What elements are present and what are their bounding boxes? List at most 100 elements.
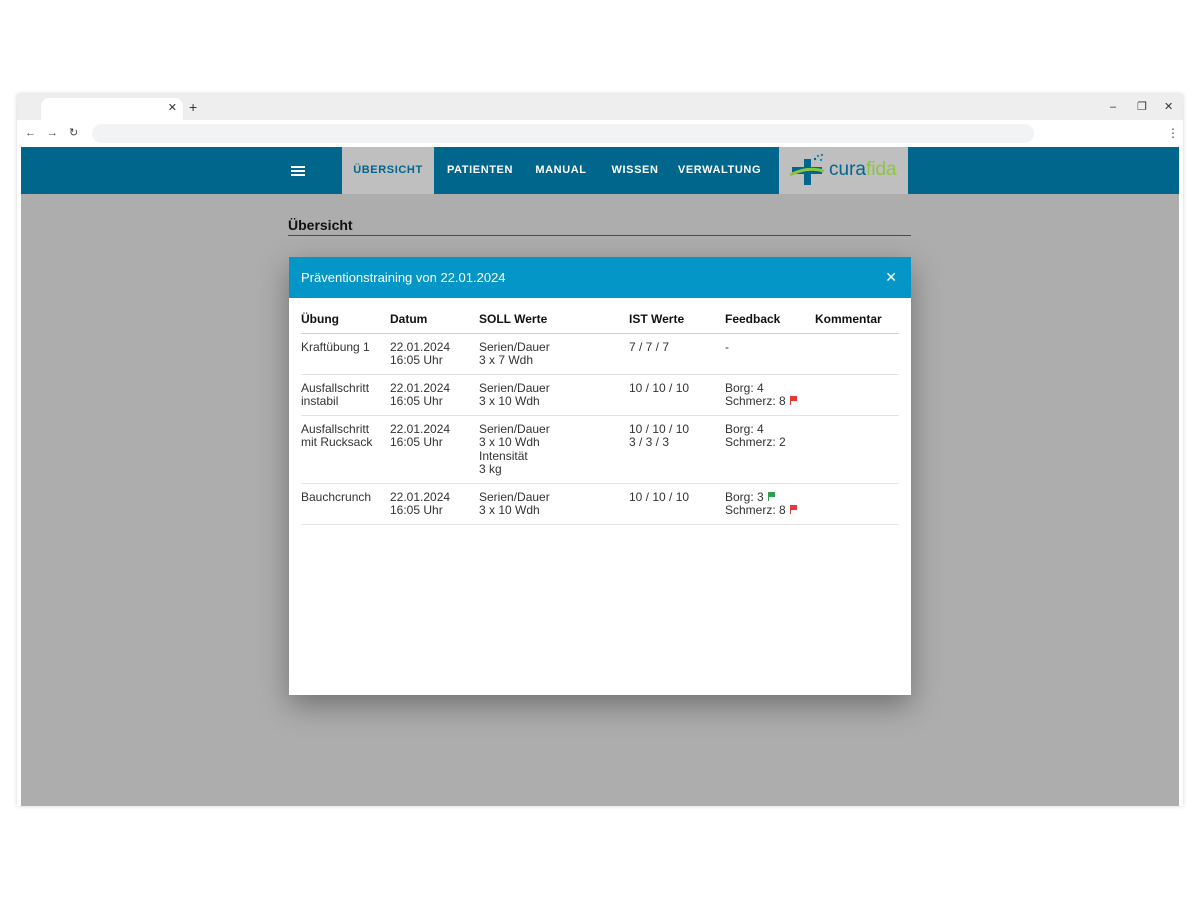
new-tab-icon[interactable]: + — [189, 98, 197, 116]
curafida-logo[interactable]: curafida — [779, 147, 908, 194]
table-row: Kraftübung 1 22.01.2024 16:05 Uhr Serien/Da… — [301, 333, 899, 375]
cell-ist-line: 10 / 10 / 10 — [629, 380, 690, 395]
cell-uebung-line: Bauchcrunch — [301, 489, 372, 504]
logo-wordmark: curafida — [829, 159, 897, 180]
reload-icon[interactable]: ↻ — [69, 125, 78, 141]
cell-soll-line: 3 kg — [479, 462, 502, 476]
column-header-soll: SOLL Werte — [479, 306, 629, 334]
hamburger-menu-icon[interactable] — [281, 147, 341, 194]
cell-datum-line: 22.01.2024 — [390, 380, 451, 395]
column-header-kommentar: Kommentar — [815, 306, 899, 334]
title-divider — [288, 235, 911, 236]
page-title: Übersicht — [288, 217, 353, 233]
nav-patienten[interactable]: PATIENTEN — [442, 147, 518, 194]
cell-soll-line: 3 x 10 Wdh — [479, 435, 540, 449]
forward-icon[interactable]: → — [47, 125, 58, 141]
cell-datum-line: 16:05 Uhr — [390, 353, 443, 367]
cell-ist-line: 7 / 7 / 7 — [629, 339, 670, 354]
browser-tab[interactable]: ✕ — [41, 98, 183, 120]
feedback-text: - — [725, 339, 729, 354]
cell-feedback: Borg: 4 Schmerz: 2 — [725, 415, 815, 484]
cell-datum-line: 16:05 Uhr — [390, 435, 443, 449]
page-viewport: ÜBERSICHT PATIENTEN MANUAL WISSEN VERWAL… — [21, 147, 1179, 806]
feedback-line: Borg: 4 — [725, 421, 815, 437]
feedback-text: Schmerz: 8 — [725, 394, 786, 408]
cell-soll-line: Serien/Dauer — [479, 489, 550, 504]
nav-verwaltung[interactable]: VERWALTUNG — [677, 147, 762, 194]
browser-toolbar: ← → ↻ ⋮ — [17, 120, 1183, 147]
cell-kommentar — [815, 333, 899, 375]
cell-soll-line: Serien/Dauer — [479, 421, 550, 436]
cell-soll: Serien/Dauer 3 x 10 Wdh — [479, 483, 629, 525]
table-row: Bauchcrunch 22.01.2024 16:05 Uhr Serien/Dau… — [301, 483, 899, 525]
column-header-datum: Datum — [390, 306, 479, 334]
tab-strip: ✕ + – ❐ ✕ — [17, 94, 1183, 120]
feedback-text: Borg: 4 — [725, 380, 764, 395]
nav-manual[interactable]: MANUAL — [533, 147, 589, 194]
cell-soll-line: Serien/Dauer — [479, 380, 550, 395]
feedback-text: Borg: 4 — [725, 421, 764, 436]
cell-datum-line: 22.01.2024 — [390, 421, 451, 436]
cell-kommentar — [815, 415, 899, 484]
feedback-line: Schmerz: 8 — [725, 394, 815, 409]
app-bar: ÜBERSICHT PATIENTEN MANUAL WISSEN VERWAL… — [21, 147, 1179, 194]
nav-uebersicht[interactable]: ÜBERSICHT — [342, 147, 434, 194]
cell-uebung-line: mit Rucksack — [301, 435, 373, 449]
cell-datum-line: 16:05 Uhr — [390, 503, 443, 517]
feedback-text: Borg: 3 — [725, 489, 764, 504]
window-close-icon[interactable]: ✕ — [1164, 99, 1173, 115]
back-icon[interactable]: ← — [25, 125, 36, 141]
cell-kommentar — [815, 483, 899, 525]
table-row: Ausfallschritt instabil 22.01.2024 16:05 Uh… — [301, 374, 899, 416]
feedback-line: Schmerz: 2 — [725, 435, 815, 450]
address-bar[interactable] — [92, 124, 1034, 143]
green-flag-icon — [767, 491, 776, 501]
browser-menu-icon[interactable]: ⋮ — [1167, 124, 1179, 142]
cell-ist: 10 / 10 / 10 — [629, 483, 725, 525]
cell-soll-line: 3 x 10 Wdh — [479, 394, 540, 408]
cell-soll: Serien/Dauer 3 x 7 Wdh — [479, 333, 629, 375]
cell-soll-line: Serien/Dauer — [479, 339, 550, 354]
cell-datum: 22.01.2024 16:05 Uhr — [390, 333, 479, 375]
cell-datum: 22.01.2024 16:05 Uhr — [390, 483, 479, 525]
results-table: Übung Datum SOLL Werte IST Werte Feedbac… — [301, 306, 899, 525]
feedback-line: - — [725, 339, 815, 355]
feedback-text: Schmerz: 8 — [725, 503, 786, 517]
cell-soll: Serien/Dauer 3 x 10 Wdh — [479, 374, 629, 416]
cell-feedback: Borg: 3 Schmerz: 8 — [725, 483, 815, 525]
cell-ist: 10 / 10 / 10 3 / 3 / 3 — [629, 415, 725, 484]
tab-close-icon[interactable]: ✕ — [168, 100, 177, 116]
cell-ist: 10 / 10 / 10 — [629, 374, 725, 416]
column-header-uebung: Übung — [301, 306, 390, 334]
restore-icon[interactable]: ❐ — [1137, 99, 1147, 115]
cell-soll-line: Intensität — [479, 448, 528, 463]
cell-uebung: Ausfallschritt mit Rucksack — [301, 415, 390, 484]
dialog-title: Präventionstraining von 22.01.2024 — [301, 270, 506, 285]
cell-soll: Serien/Dauer 3 x 10 Wdh Intensität 3 kg — [479, 415, 629, 484]
cell-uebung-line: Kraftübung 1 — [301, 339, 370, 354]
table-row: Ausfallschritt mit Rucksack 22.01.2024 16:0… — [301, 415, 899, 484]
feedback-line: Borg: 4 — [725, 380, 815, 396]
dialog-header: Präventionstraining von 22.01.2024 ✕ — [289, 257, 911, 298]
cell-soll-line: 3 x 10 Wdh — [479, 503, 540, 517]
red-flag-icon — [789, 396, 798, 405]
table-header-row: Übung Datum SOLL Werte IST Werte Feedbac… — [301, 306, 899, 334]
nav-wissen[interactable]: WISSEN — [610, 147, 660, 194]
cell-ist: 7 / 7 / 7 — [629, 333, 725, 375]
cell-feedback: - — [725, 333, 815, 375]
cell-datum: 22.01.2024 16:05 Uhr — [390, 374, 479, 416]
cell-datum-line: 22.01.2024 — [390, 489, 451, 504]
cell-ist-line: 10 / 10 / 10 — [629, 421, 690, 436]
cell-kommentar — [815, 374, 899, 416]
cell-uebung-line: Ausfallschritt — [301, 380, 370, 395]
cell-ist-line: 3 / 3 / 3 — [629, 435, 670, 449]
browser-window: ✕ + – ❐ ✕ ← → ↻ ⋮ ÜBERSICHT PATIENTEN MA… — [17, 94, 1183, 806]
cell-datum-line: 22.01.2024 — [390, 339, 451, 354]
cell-datum: 22.01.2024 16:05 Uhr — [390, 415, 479, 484]
red-flag-icon — [789, 505, 798, 514]
training-dialog: Präventionstraining von 22.01.2024 ✕ Übu… — [289, 257, 911, 695]
column-header-ist: IST Werte — [629, 306, 725, 334]
minimize-icon[interactable]: – — [1110, 99, 1116, 115]
close-icon[interactable]: ✕ — [885, 269, 897, 285]
cell-uebung: Kraftübung 1 — [301, 333, 390, 375]
